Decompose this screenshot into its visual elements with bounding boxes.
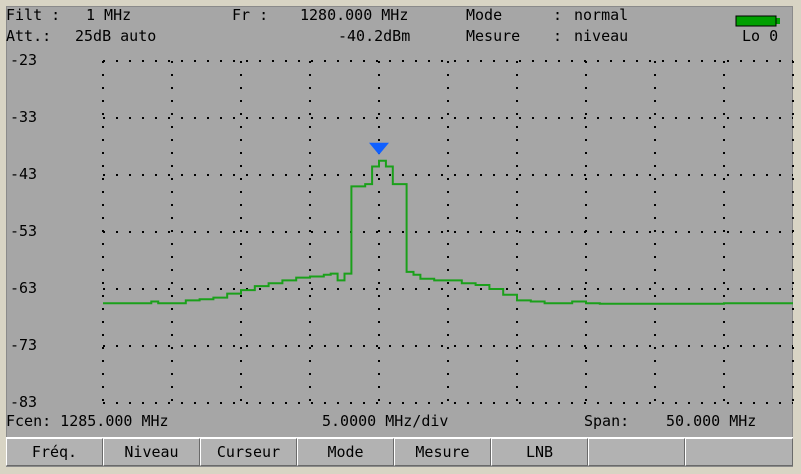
mesure-separator: : xyxy=(553,27,563,45)
center-frequency: Fcen: 1285.000 MHz xyxy=(6,412,169,430)
y-tick-label: -53 xyxy=(10,222,37,240)
y-tick-label: -43 xyxy=(10,165,37,183)
y-tick-label: -33 xyxy=(10,108,37,126)
y-tick-label: -73 xyxy=(10,336,37,354)
mode-value: normal xyxy=(574,6,629,24)
analyzer-frame: -23 -33 -43 -53 -63 -73 -83 Filt : 1 MHz Att.:… xyxy=(0,0,801,474)
spectrum-plot: -23 -33 -43 -53 -63 -73 -83 xyxy=(10,51,794,411)
att-value: 25dB auto xyxy=(75,27,157,45)
filt-label: Filt : xyxy=(6,6,61,24)
battery-label: Lo 0 xyxy=(742,27,779,45)
scale-per-division: 5.0000 MHz/div xyxy=(322,412,449,430)
filt-value: 1 MHz xyxy=(86,6,132,24)
y-tick-label: -23 xyxy=(10,51,37,69)
mode-separator: : xyxy=(553,6,563,24)
y-tick-label: -83 xyxy=(10,393,37,411)
softkey-menu: Fréq. Niveau Curseur Mode Mesure LNB xyxy=(6,437,793,468)
mesure-value: niveau xyxy=(574,27,629,45)
softkey-mode[interactable]: Mode xyxy=(297,438,394,466)
mode-label: Mode xyxy=(466,6,503,24)
mesure-label: Mesure xyxy=(466,27,521,45)
softkey-curseur[interactable]: Curseur xyxy=(200,438,297,466)
y-tick-label: -63 xyxy=(10,279,37,297)
span-value: 50.000 MHz xyxy=(666,412,757,430)
peak-marker-icon xyxy=(369,142,389,155)
att-label: Att.: xyxy=(6,27,52,45)
softkey-mesure[interactable]: Mesure xyxy=(394,438,491,466)
softkey-niveau[interactable]: Niveau xyxy=(103,438,200,466)
softkey-empty-7[interactable] xyxy=(588,438,685,466)
fr-label: Fr : xyxy=(232,6,269,24)
fr-value: 1280.000 MHz xyxy=(300,6,409,24)
span-label: Span: xyxy=(584,412,630,430)
softkey-empty-8[interactable] xyxy=(685,438,793,466)
softkey-freq[interactable]: Fréq. xyxy=(6,438,103,466)
level-readout: -40.2dBm xyxy=(338,27,411,45)
softkey-lnb[interactable]: LNB xyxy=(491,438,588,466)
